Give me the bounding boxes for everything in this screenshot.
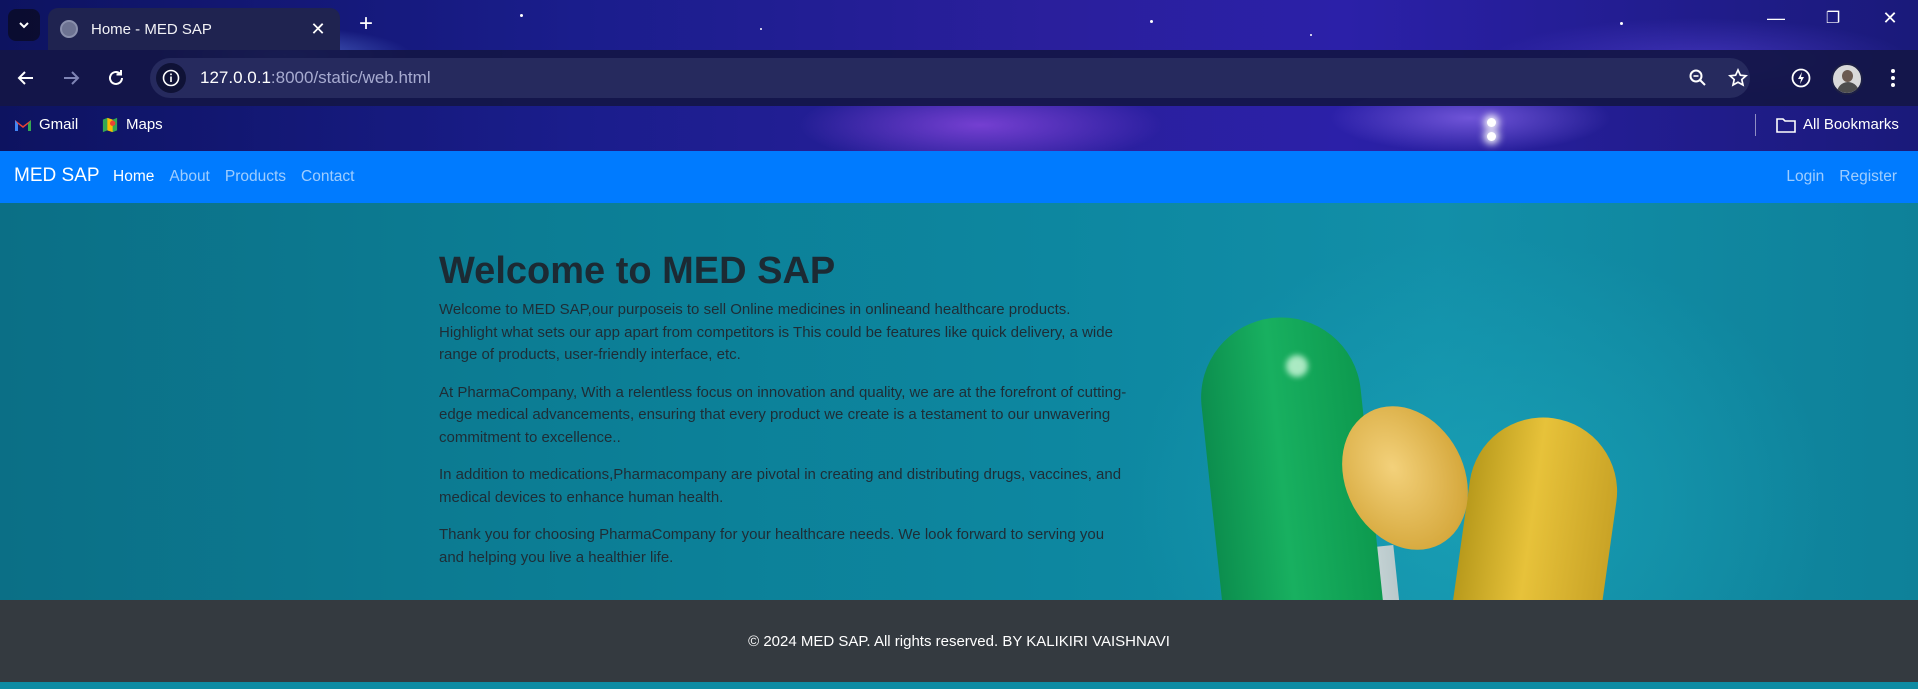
browser-chrome: Home - MED SAP ✕ + — ❐ ✕ 127.0.0.1:8000/…	[0, 0, 1918, 151]
maps-icon	[102, 117, 118, 132]
nav-link-contact[interactable]: Contact	[301, 168, 354, 186]
bookmark-star-icon[interactable]	[1724, 64, 1752, 92]
site-info-icon[interactable]	[156, 63, 186, 93]
nav-link-register[interactable]: Register	[1839, 168, 1897, 186]
gmail-icon	[15, 119, 31, 131]
url-path: :8000/static/web.html	[270, 68, 431, 87]
tab-search-button[interactable]	[8, 9, 40, 41]
profile-avatar[interactable]	[1831, 63, 1863, 95]
nav-auth-links: Login Register	[1786, 168, 1897, 186]
arrow-right-icon	[64, 71, 80, 85]
hero-content: Welcome to MED SAP Welcome to MED SAP,ou…	[439, 250, 1129, 584]
close-window-icon[interactable]: ✕	[1875, 8, 1905, 29]
globe-icon	[60, 20, 78, 38]
tab-strip: Home - MED SAP ✕ + — ❐ ✕	[0, 0, 1918, 50]
tab-active[interactable]: Home - MED SAP ✕	[48, 8, 340, 50]
page-bottom-strip	[0, 682, 1918, 689]
tab-title: Home - MED SAP	[91, 20, 212, 38]
nav-link-login[interactable]: Login	[1786, 168, 1824, 186]
browser-toolbar: 127.0.0.1:8000/static/web.html	[0, 50, 1918, 106]
thanks-paragraph: Thank you for choosing PharmaCompany for…	[439, 526, 1105, 566]
site-footer: © 2024 MED SAP. All rights reserved. BY …	[0, 600, 1918, 682]
address-bar[interactable]: 127.0.0.1:8000/static/web.html	[150, 58, 1750, 98]
back-button[interactable]	[11, 63, 41, 93]
pill-yellow	[1445, 407, 1627, 600]
about-paragraph: At PharmaCompany, With a relentless focu…	[439, 383, 1127, 446]
nav-link-products[interactable]: Products	[225, 168, 286, 186]
intro-paragraph: Welcome to MED SAP,our purposeis to sell…	[439, 301, 1113, 363]
pill-highlight	[1286, 355, 1308, 377]
forward-button[interactable]	[56, 63, 86, 93]
bookmark-gmail[interactable]: Gmail	[14, 116, 78, 133]
nav-link-home[interactable]: Home	[113, 168, 154, 186]
url-host: 127.0.0.1	[200, 68, 271, 87]
menu-icon[interactable]	[1878, 63, 1908, 93]
close-tab-icon[interactable]: ✕	[308, 19, 328, 40]
hero-section: Welcome to MED SAP Welcome to MED SAP,ou…	[0, 203, 1918, 600]
site-brand[interactable]: MED SAP	[14, 165, 100, 187]
new-tab-button[interactable]: +	[352, 11, 380, 39]
arrow-left-icon	[17, 71, 33, 85]
zoom-icon[interactable]	[1684, 64, 1712, 92]
site-navbar: MED SAP Home About Products Contact Logi…	[0, 151, 1918, 203]
bookmarks-divider	[1755, 114, 1756, 136]
extension-icon[interactable]	[1786, 63, 1816, 93]
nav-links: Home About Products Contact	[113, 168, 354, 186]
reload-icon	[109, 70, 123, 85]
bookmarks-bar: Gmail Maps All Bookmarks	[0, 106, 1918, 151]
bookmark-maps[interactable]: Maps	[101, 116, 163, 133]
folder-icon	[1776, 117, 1796, 133]
footer-text: © 2024 MED SAP. All rights reserved. BY …	[748, 632, 1170, 650]
reload-button[interactable]	[101, 63, 131, 93]
minimize-icon[interactable]: —	[1761, 8, 1791, 29]
web-page: MED SAP Home About Products Contact Logi…	[0, 151, 1918, 689]
all-bookmarks-button[interactable]: All Bookmarks	[1776, 116, 1899, 133]
page-title: Welcome to MED SAP	[439, 250, 836, 292]
bookmark-label: Maps	[126, 116, 163, 133]
chevron-down-icon	[19, 22, 29, 29]
nav-link-about[interactable]: About	[169, 168, 210, 186]
bookmark-label: Gmail	[39, 116, 79, 133]
products-paragraph: In addition to medications,Pharmacompany…	[439, 466, 1122, 506]
restore-icon[interactable]: ❐	[1818, 8, 1848, 28]
all-bookmarks-label: All Bookmarks	[1803, 116, 1899, 133]
url-text: 127.0.0.1:8000/static/web.html	[200, 68, 431, 88]
